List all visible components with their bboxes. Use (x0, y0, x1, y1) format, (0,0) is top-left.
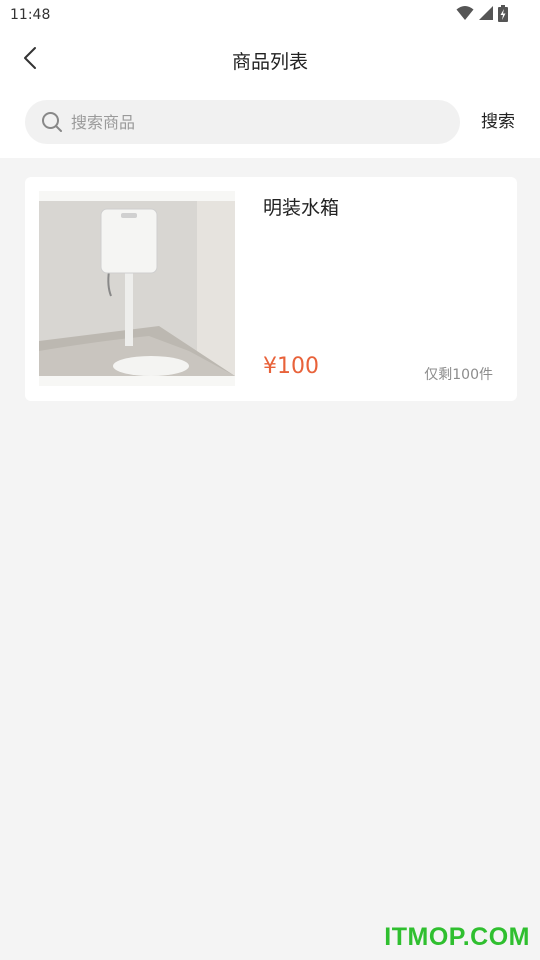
search-icon (41, 111, 63, 133)
product-card[interactable]: 明装水箱 ¥100 仅剩100件 (25, 177, 517, 401)
product-image (39, 191, 235, 386)
battery-charging-icon (498, 4, 508, 26)
watermark-logo: ITMOP.COM (384, 923, 530, 951)
header-area: 11:48 商品列表 搜索 (0, 0, 540, 158)
navigation-bar: 商品列表 (0, 32, 540, 88)
search-box[interactable] (25, 100, 460, 144)
product-stock: 仅剩100件 (424, 367, 493, 383)
product-price: ¥100 (263, 354, 319, 379)
status-bar: 11:48 (0, 0, 540, 32)
search-button[interactable]: 搜索 (481, 100, 515, 144)
product-name: 明装水箱 (263, 197, 340, 219)
cellular-signal-icon (478, 5, 494, 25)
search-bar: 搜索 (25, 100, 515, 144)
status-time: 11:48 (10, 7, 51, 23)
page-title: 商品列表 (231, 51, 308, 73)
wifi-icon (456, 5, 474, 25)
status-icons (456, 4, 508, 26)
search-input[interactable] (71, 100, 451, 144)
